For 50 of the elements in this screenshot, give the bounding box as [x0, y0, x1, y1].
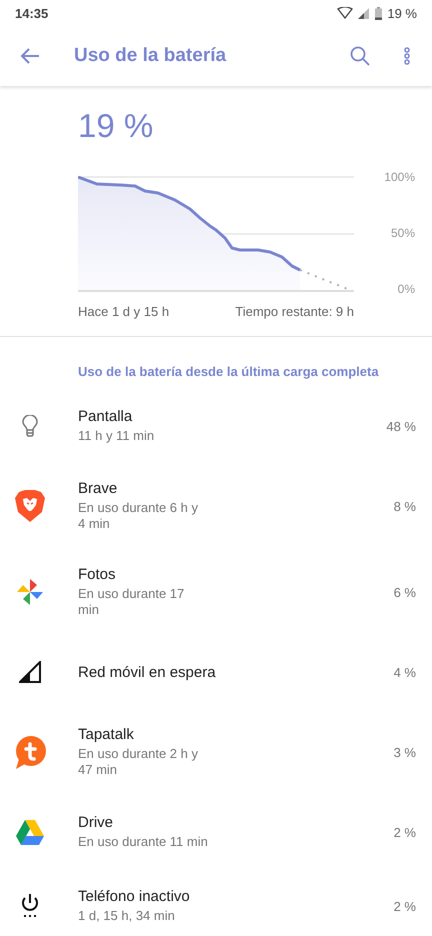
item-percent: 8 % — [394, 498, 416, 514]
item-usage-time: 11 h y 11 min — [78, 428, 156, 444]
more-options-icon — [404, 47, 410, 65]
speech-bubble-icon — [13, 735, 47, 769]
wifi-icon — [337, 7, 354, 19]
axis-label: 100% — [384, 170, 415, 184]
item-usage-time: En uso durante 17 min — [78, 586, 186, 618]
signal-icon — [19, 661, 41, 683]
item-usage-time: En uso durante 2 h y 47 min — [78, 746, 199, 778]
usage-item[interactable]: Tapatalk En uso durante 2 h y 47 min 3 % — [0, 709, 432, 795]
item-percent: 6 % — [394, 584, 416, 600]
status-time: 14:35 — [15, 6, 48, 20]
search-icon — [350, 46, 370, 66]
item-title: Fotos — [78, 566, 117, 583]
usage-item[interactable]: Drive En uso durante 11 min 2 % — [0, 795, 432, 869]
remaining-time-label: Tiempo restante: 9 h — [235, 304, 354, 319]
item-usage-time: En uso durante 11 min — [78, 834, 209, 850]
battery-percent: 19 % — [387, 6, 417, 20]
item-title: Teléfono inactivo — [78, 888, 191, 905]
usage-item[interactable]: Teléfono inactivo 1 d, 15 h, 34 min 2 % — [0, 869, 432, 936]
page-title: Uso de la batería — [74, 45, 228, 67]
usage-item[interactable]: Fotos En uso durante 17 min 6 % — [0, 549, 432, 635]
item-title: Pantalla — [78, 408, 134, 425]
item-title: Red móvil en espera — [78, 664, 217, 680]
item-title: Drive — [78, 814, 114, 831]
item-percent: 4 % — [394, 664, 416, 680]
axis-label: 50% — [390, 226, 415, 240]
item-usage-time: 1 d, 15 h, 34 min — [78, 908, 176, 924]
item-percent: 2 % — [394, 824, 416, 840]
power-icon — [20, 894, 40, 918]
item-usage-time: En uso durante 6 h y 4 min — [78, 500, 199, 532]
usage-item[interactable]: Brave En uso durante 6 h y 4 min 8 % — [0, 463, 432, 549]
axis-label: 0% — [398, 282, 415, 296]
lion-shield-icon — [15, 490, 45, 522]
item-title: Brave — [78, 480, 118, 497]
usage-item[interactable]: Pantalla 11 h y 11 min 48 % — [0, 389, 432, 463]
item-percent: 2 % — [394, 898, 416, 914]
item-title: Tapatalk — [78, 726, 135, 743]
item-percent: 48 % — [386, 418, 416, 434]
section-header: Uso de la batería desde la última carga completa — [77, 363, 380, 381]
back-arrow-icon — [20, 47, 40, 65]
lightbulb-icon — [22, 415, 38, 437]
pinwheel-icon — [15, 577, 45, 607]
item-percent: 3 % — [394, 744, 416, 760]
start-time-label: Hace 1 d y 15 h — [78, 304, 170, 319]
battery-level: 19 % — [78, 106, 154, 146]
triangle-icon — [16, 820, 44, 844]
signal-icon — [358, 7, 370, 19]
battery-icon — [375, 6, 382, 20]
usage-item[interactable]: Red móvil en espera 4 % — [0, 635, 432, 709]
